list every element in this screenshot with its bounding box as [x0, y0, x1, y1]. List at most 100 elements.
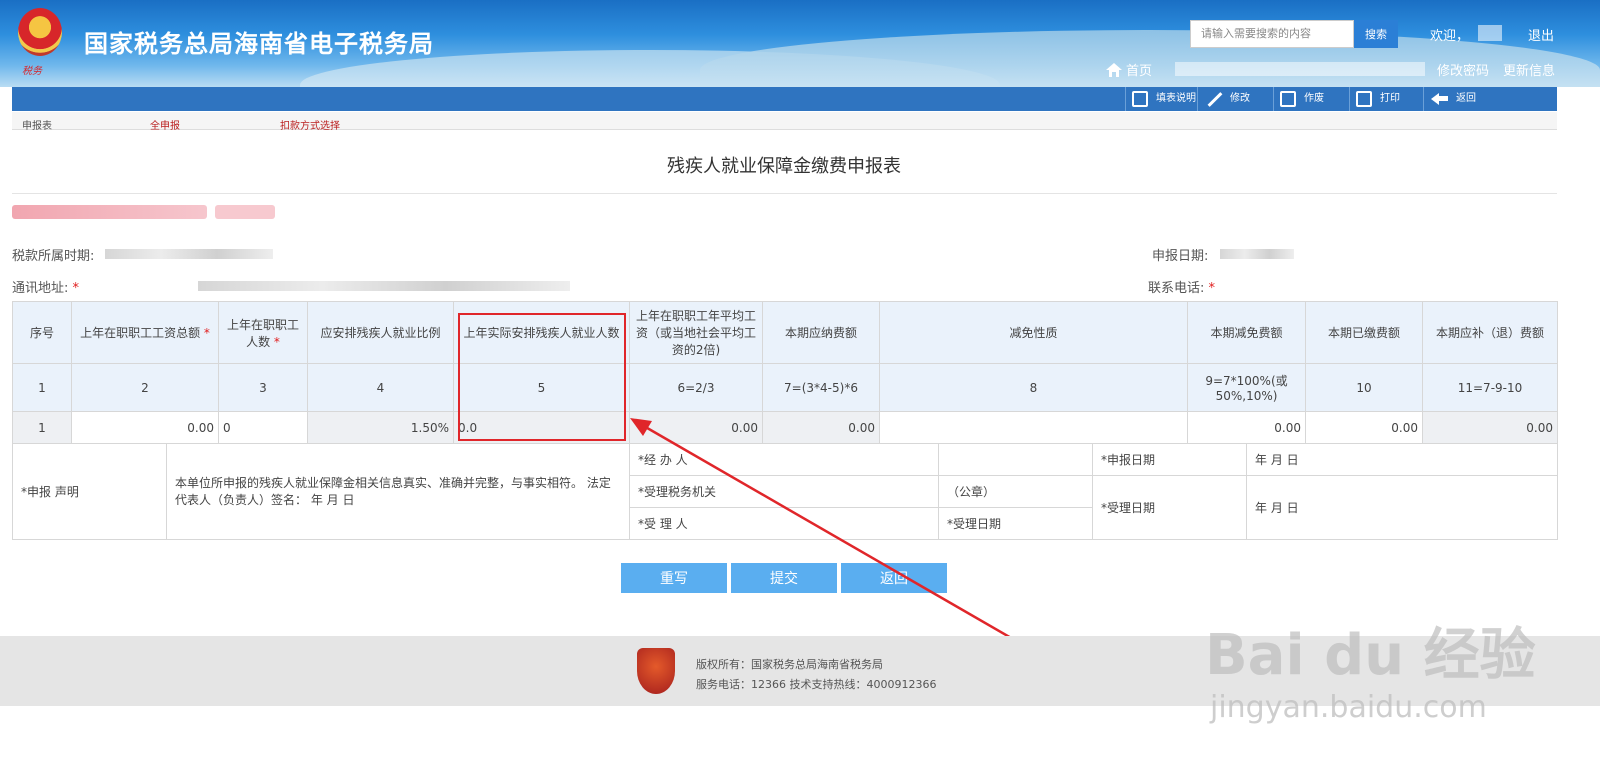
declaration-text: 本单位所申报的残疾人就业保障金相关信息真实、准确并完整，与事实相符。 法定代表人…: [166, 443, 630, 540]
header-cell: 本期应补（退）费额: [1422, 301, 1558, 364]
wage-total-input[interactable]: 0.00: [71, 411, 219, 444]
address-label-text: 通讯地址:: [12, 281, 69, 296]
search-input[interactable]: 请输入需要搜索的内容: [1190, 20, 1354, 48]
index-cell: 1: [12, 363, 72, 412]
logout-link[interactable]: 退出: [1528, 25, 1554, 44]
tab-declaration-form[interactable]: 申报表: [22, 117, 52, 132]
site-title: 国家税务总局海南省电子税务局: [84, 30, 434, 58]
header-cell: 本期减免费额: [1187, 301, 1306, 364]
pencil-icon: [1204, 90, 1222, 108]
index-cell: 6=2/3: [629, 363, 763, 412]
step-tabs: 申报表 全申报 扣款方式选择: [12, 112, 1557, 132]
highlight-box: [458, 313, 626, 441]
fill-instructions-button[interactable]: 填表说明: [1125, 87, 1197, 111]
index-cell: 8: [879, 363, 1188, 412]
handler-label: *经 办 人: [629, 443, 939, 476]
footer-copyright: 版权所有：国家税务总局海南省税务局: [696, 658, 883, 671]
header-cell: 减免性质: [879, 301, 1188, 364]
handler-value: [938, 443, 1093, 476]
required-mark: *: [203, 326, 210, 340]
required-mark: *: [1208, 281, 1216, 296]
void-document-icon: [1280, 91, 1296, 107]
search-button[interactable]: 搜索: [1354, 20, 1398, 48]
document-icon: [1132, 91, 1148, 107]
accept-date-value: 年 月 日: [1246, 475, 1558, 540]
report-date-label: 申报日期:: [1152, 249, 1209, 264]
header-cell: 序号: [12, 301, 72, 364]
reduction-amount-input[interactable]: 0.00: [1187, 411, 1306, 444]
address-label: 通讯地址: *: [12, 277, 79, 296]
home-link[interactable]: 首页: [1106, 60, 1152, 79]
paid-amount-input[interactable]: 0.00: [1305, 411, 1423, 444]
table-index-row: 1 2 3 4 5 6=2/3 7=(3*4-5)*6 8 9=7*100%(或…: [12, 363, 1558, 412]
tax-authority-label: *受理税务机关: [629, 475, 939, 508]
declaration-section: *申报 声明 本单位所申报的残疾人就业保障金相关信息真实、准确并完整，与事实相符…: [12, 443, 1558, 540]
baidu-watermark: Bai du 经验: [1205, 623, 1536, 688]
row-number-cell: 1: [12, 411, 72, 444]
breadcrumb-redacted: [1175, 62, 1425, 76]
index-cell: 10: [1305, 363, 1423, 412]
back-button[interactable]: 返回: [841, 563, 947, 593]
void-button[interactable]: 作废: [1273, 87, 1349, 111]
table-header-row: 序号 上年在职职工工资总额 * 上年在职职工人数 * 应安排残疾人就业比例 上年…: [12, 301, 1558, 364]
ratio-cell: 1.50%: [307, 411, 454, 444]
divider: [12, 193, 1557, 194]
index-cell: 7=(3*4-5)*6: [762, 363, 880, 412]
index-cell: 11=7-9-10: [1422, 363, 1558, 412]
index-cell: 2: [71, 363, 219, 412]
header-cell: 本期应纳费额: [762, 301, 880, 364]
report-date-label-cell: *申报日期: [1092, 443, 1247, 476]
modify-label: 修改: [1230, 93, 1250, 104]
tax-period-label: 税款所属时期:: [12, 249, 95, 264]
printer-icon: [1356, 91, 1372, 107]
tax-period-redacted: [105, 249, 273, 259]
update-info-link[interactable]: 更新信息: [1503, 60, 1555, 79]
submit-button[interactable]: 提交: [731, 563, 837, 593]
required-mark: *: [72, 281, 80, 296]
baidu-watermark-url: jingyan.baidu.com: [1210, 690, 1487, 725]
avg-wage-cell: 0.00: [629, 411, 763, 444]
header-cell: 上年在职职工年平均工资（或当地社会平均工资的2倍): [629, 301, 763, 364]
company-name-redacted: [12, 205, 207, 219]
footer-service: 服务电话：12366 技术支持热线：4000912366: [696, 678, 937, 691]
welcome-text: 欢迎，: [1430, 29, 1470, 44]
print-label: 打印: [1380, 93, 1400, 104]
seal-cell: （公章）: [938, 475, 1093, 508]
address-redacted: [198, 281, 570, 291]
phone-label-text: 联系电话:: [1148, 281, 1205, 296]
receiver-label: *受 理 人: [629, 507, 939, 540]
home-label: 首页: [1126, 64, 1153, 79]
print-button[interactable]: 打印: [1349, 87, 1423, 111]
required-mark: *: [273, 334, 280, 349]
toolbar-back-button[interactable]: 返回: [1423, 87, 1557, 111]
header-cell-text: 上年在职职工工资总额: [80, 326, 201, 340]
company-id-redacted: [215, 205, 275, 219]
index-cell: 9=7*100%(或50%,10%): [1187, 363, 1306, 412]
header-cell: 本期已缴费额: [1305, 301, 1423, 364]
modify-button[interactable]: 修改: [1197, 87, 1273, 111]
toolbar: 填表说明 修改 作废 打印 返回: [12, 87, 1557, 111]
void-label: 作废: [1304, 93, 1324, 104]
tab-payment-method[interactable]: 扣款方式选择: [280, 117, 340, 132]
reset-button[interactable]: 重写: [621, 563, 727, 593]
toolbar-back-label: 返回: [1456, 93, 1476, 104]
report-date-redacted: [1220, 249, 1294, 259]
tax-emblem-icon: [18, 8, 62, 56]
balance-amount-cell: 0.00: [1422, 411, 1558, 444]
payable-amount-cell: 0.00: [762, 411, 880, 444]
back-arrow-icon: [1430, 91, 1448, 107]
header-cell: 应安排残疾人就业比例: [307, 301, 454, 364]
header-cell: 上年在职职工工资总额 *: [71, 301, 219, 364]
emblem-script: 税务: [22, 66, 42, 77]
form-title: 残疾人就业保障金缴费申报表: [667, 156, 901, 177]
declaration-table: 序号 上年在职职工工资总额 * 上年在职职工人数 * 应安排残疾人就业比例 上年…: [12, 301, 1558, 444]
tax-badge-icon: [637, 648, 675, 694]
tab-full-declaration[interactable]: 全申报: [150, 117, 180, 132]
reduction-type-select[interactable]: [879, 411, 1188, 444]
employee-count-input[interactable]: 0: [218, 411, 308, 444]
header-cell-text: 上年在职职工人数: [226, 317, 299, 349]
change-password-link[interactable]: 修改密码: [1437, 60, 1489, 79]
header-cell: 上年在职职工人数 *: [218, 301, 308, 364]
index-cell: 4: [307, 363, 454, 412]
index-cell: 3: [218, 363, 308, 412]
